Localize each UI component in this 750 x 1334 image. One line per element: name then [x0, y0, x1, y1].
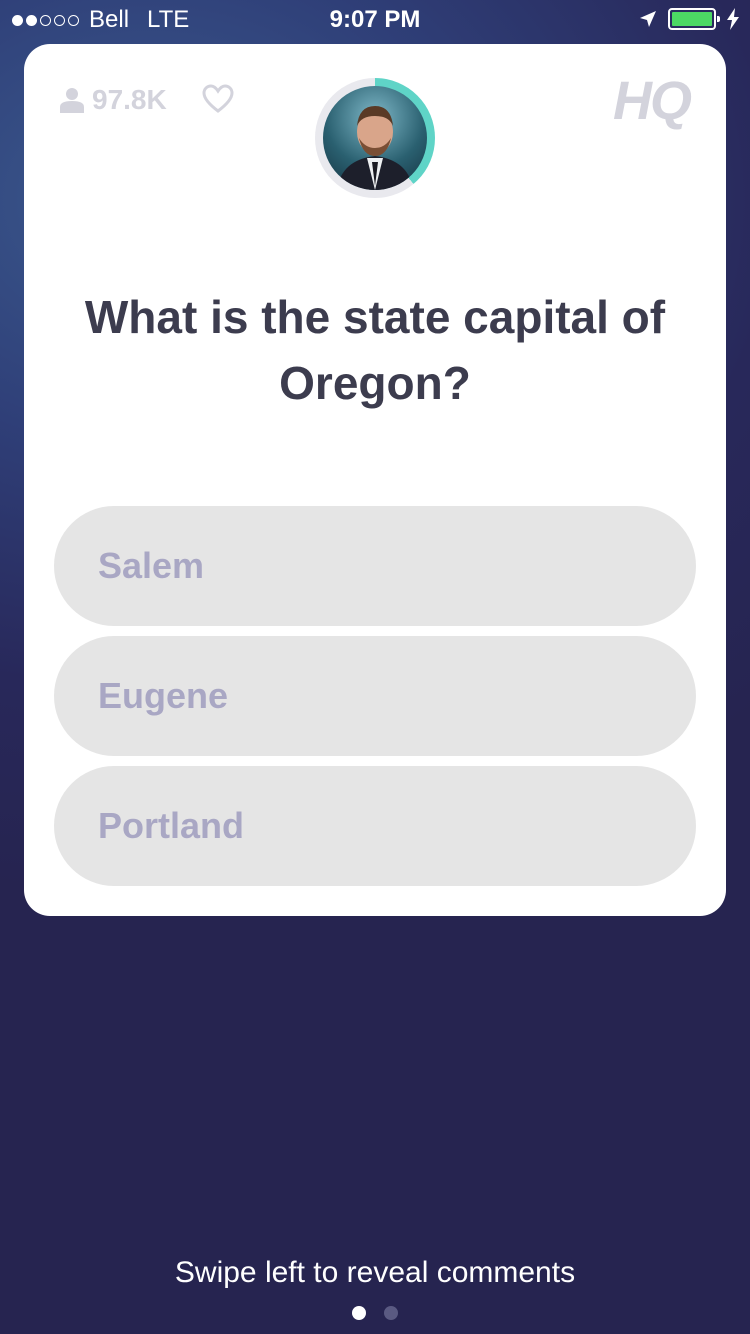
- answer-label: Portland: [98, 805, 245, 846]
- location-arrow-icon: [640, 11, 656, 27]
- host-timer-ring: [315, 78, 435, 198]
- question-text: What is the state capital of Oregon?: [84, 291, 666, 409]
- charging-bolt-icon: [727, 8, 739, 30]
- battery-icon: [668, 8, 720, 30]
- page-dot-1[interactable]: [352, 1306, 366, 1320]
- answer-label: Eugene: [98, 675, 229, 716]
- host-portrait: [337, 106, 413, 190]
- answer-option-1[interactable]: Salem: [54, 506, 696, 626]
- status-right: [638, 8, 740, 30]
- viewer-count: 97.8K: [60, 84, 167, 116]
- viewer-count-label: 97.8K: [92, 84, 167, 115]
- swipe-hint: Swipe left to reveal comments: [174, 1256, 576, 1289]
- person-icon: [60, 88, 84, 113]
- question-card: 97.8K HQ What is the state capital of Or…: [24, 44, 726, 916]
- answer-option-3[interactable]: Portland: [54, 766, 696, 886]
- status-bar: Bell LTE 9:07 PM: [0, 0, 750, 40]
- page-indicator[interactable]: [0, 1306, 750, 1320]
- heart-icon[interactable]: [202, 84, 234, 114]
- page-dot-2[interactable]: [384, 1306, 398, 1320]
- host-avatar: [323, 86, 427, 190]
- answer-option-2[interactable]: Eugene: [54, 636, 696, 756]
- hq-logo: HQ: [613, 71, 692, 131]
- answer-label: Salem: [98, 545, 205, 586]
